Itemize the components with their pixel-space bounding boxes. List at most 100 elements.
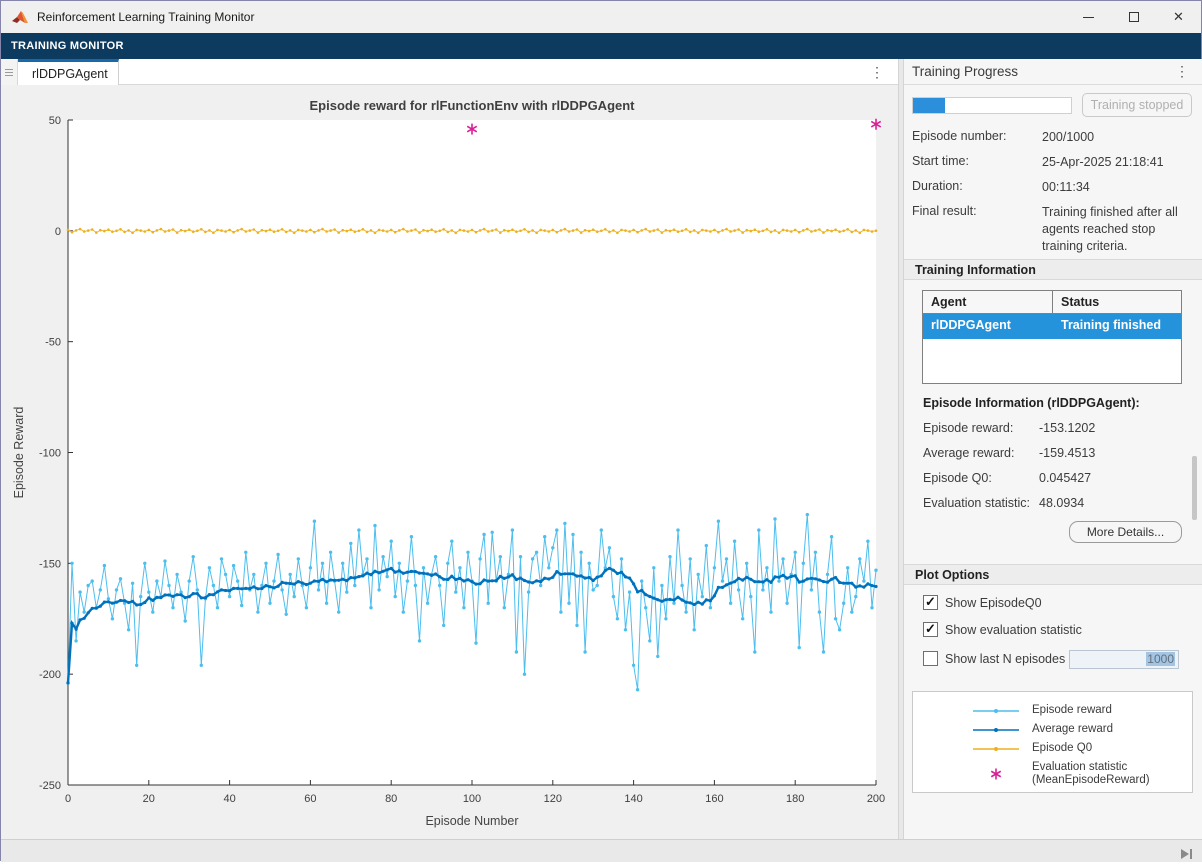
average-reward-label: Average reward: bbox=[923, 446, 1039, 460]
chart-legend: Episode reward Average reward Episode Q0 Ev… bbox=[912, 691, 1193, 793]
show-evaluation-statistic-checkbox[interactable] bbox=[923, 622, 938, 637]
line-marker-icon bbox=[973, 744, 1023, 754]
window-title: Reinforcement Learning Training Monitor bbox=[37, 10, 254, 24]
svg-text:200: 200 bbox=[867, 793, 885, 805]
episode-q0-value: 0.045427 bbox=[1039, 471, 1091, 485]
more-details-label: More Details... bbox=[1087, 525, 1164, 539]
status-bar bbox=[1, 839, 1202, 862]
status-column-header: Status bbox=[1053, 291, 1181, 313]
legend-label: Episode Q0 bbox=[1032, 742, 1092, 755]
svg-text:120: 120 bbox=[544, 793, 562, 805]
plot-option-row[interactable]: Show evaluation statistic bbox=[923, 622, 1082, 637]
show-episodeq0-label: Show EpisodeQ0 bbox=[945, 596, 1042, 610]
episode-q0-label: Episode Q0: bbox=[923, 471, 1039, 485]
progress-fill bbox=[913, 98, 945, 113]
svg-text:0: 0 bbox=[55, 226, 61, 238]
evaluation-statistic-label: Evaluation statistic: bbox=[923, 496, 1039, 510]
legend-entry: Episode Q0 bbox=[913, 739, 1192, 758]
svg-text:-100: -100 bbox=[39, 448, 61, 460]
tab-strip-menu-icon[interactable]: ⋮ bbox=[870, 65, 884, 79]
final-result-row: Final result: Training finished after al… bbox=[912, 204, 1196, 255]
svg-text:40: 40 bbox=[223, 793, 235, 805]
line-marker-icon bbox=[973, 725, 1023, 735]
svg-text:100: 100 bbox=[463, 793, 481, 805]
svg-text:-250: -250 bbox=[39, 780, 61, 792]
svg-text:140: 140 bbox=[624, 793, 642, 805]
line-marker-icon bbox=[973, 706, 1023, 716]
training-stopped-label: Training stopped bbox=[1091, 98, 1184, 112]
episode-number-value: 200/1000 bbox=[1042, 129, 1194, 146]
episode-q0-row: Episode Q0: 0.045427 bbox=[923, 471, 1193, 485]
svg-text:-200: -200 bbox=[39, 669, 61, 681]
chart-area: 500-50-100-150-200-250020406080100120140… bbox=[1, 85, 898, 839]
n-episodes-input[interactable]: 1000 bbox=[1069, 650, 1179, 669]
average-reward-value: -159.4513 bbox=[1039, 446, 1095, 460]
svg-text:-150: -150 bbox=[39, 558, 61, 570]
close-button[interactable]: ✕ bbox=[1156, 1, 1201, 33]
panel-header: Training Progress ⋮ bbox=[904, 59, 1202, 85]
duration-label: Duration: bbox=[912, 179, 1042, 196]
training-progress-bar bbox=[912, 97, 1072, 114]
title-bar: Reinforcement Learning Training Monitor … bbox=[1, 1, 1201, 33]
svg-text:Episode reward for rlFunctionE: Episode reward for rlFunctionEnv with rl… bbox=[309, 98, 635, 113]
legend-entry: Evaluation statistic(MeanEpisodeReward) bbox=[913, 758, 1192, 790]
matlab-logo-icon bbox=[11, 10, 29, 24]
evaluation-statistic-row: Evaluation statistic: 48.0934 bbox=[923, 496, 1193, 510]
svg-text:20: 20 bbox=[143, 793, 155, 805]
svg-text:60: 60 bbox=[304, 793, 316, 805]
legend-label: Episode reward bbox=[1032, 704, 1112, 717]
episode-reward-value: -153.1202 bbox=[1039, 421, 1095, 435]
svg-text:-50: -50 bbox=[45, 337, 61, 349]
tab-rlddpgagent[interactable]: rlDDPGAgent bbox=[18, 59, 119, 85]
episode-number-row: Episode number: 200/1000 bbox=[912, 129, 1196, 146]
minimize-button[interactable] bbox=[1066, 1, 1111, 33]
table-header-row: Agent Status bbox=[923, 291, 1181, 314]
svg-text:180: 180 bbox=[786, 793, 804, 805]
status-cell: Training finished bbox=[1053, 314, 1181, 339]
table-row[interactable]: rlDDPGAgent Training finished bbox=[923, 314, 1181, 339]
svg-text:Episode Number: Episode Number bbox=[425, 814, 518, 828]
show-last-n-episodes-label: Show last N episodes bbox=[945, 652, 1065, 666]
plot-options-header: Plot Options bbox=[904, 564, 1202, 585]
plot-option-row[interactable]: Show EpisodeQ0 bbox=[923, 595, 1042, 610]
training-stopped-button[interactable]: Training stopped bbox=[1082, 93, 1192, 117]
n-episodes-value: 1000 bbox=[1146, 652, 1175, 666]
duration-row: Duration: 00:11:34 bbox=[912, 179, 1196, 196]
legend-label: Average reward bbox=[1032, 723, 1113, 736]
asterisk-marker-icon bbox=[973, 766, 1023, 782]
document-tab-strip: rlDDPGAgent ⋮ bbox=[1, 59, 898, 85]
svg-text:80: 80 bbox=[385, 793, 397, 805]
more-details-button[interactable]: More Details... bbox=[1069, 521, 1182, 543]
panel-title: Training Progress bbox=[912, 64, 1018, 79]
episode-reward-row: Episode reward: -153.1202 bbox=[923, 421, 1193, 435]
agent-status-table: Agent Status rlDDPGAgent Training finish… bbox=[922, 290, 1182, 384]
legend-entry: Episode reward bbox=[913, 701, 1192, 720]
episode-reward-label: Episode reward: bbox=[923, 421, 1039, 435]
svg-text:Episode Reward: Episode Reward bbox=[12, 407, 26, 499]
panel-scrollbar-thumb[interactable] bbox=[1192, 456, 1197, 520]
legend-label: Evaluation statistic(MeanEpisodeReward) bbox=[1032, 761, 1150, 787]
tab-grip-handle[interactable] bbox=[1, 59, 18, 85]
skip-to-end-icon[interactable] bbox=[1181, 846, 1193, 864]
show-episodeq0-checkbox[interactable] bbox=[923, 595, 938, 610]
toolstrip: TRAINING MONITOR bbox=[1, 33, 1201, 59]
agent-cell: rlDDPGAgent bbox=[923, 314, 1053, 339]
tab-label: rlDDPGAgent bbox=[32, 67, 108, 81]
final-result-label: Final result: bbox=[912, 204, 1042, 255]
app-window: Reinforcement Learning Training Monitor … bbox=[0, 0, 1202, 861]
duration-value: 00:11:34 bbox=[1042, 179, 1194, 196]
average-reward-row: Average reward: -159.4513 bbox=[923, 446, 1193, 460]
episode-information-title: Episode Information (rlDDPGAgent): bbox=[923, 396, 1140, 410]
svg-text:50: 50 bbox=[49, 115, 61, 127]
maximize-button[interactable] bbox=[1111, 1, 1156, 33]
legend-entry: Average reward bbox=[913, 720, 1192, 739]
grip-lines-icon bbox=[5, 67, 13, 78]
show-evaluation-statistic-label: Show evaluation statistic bbox=[945, 623, 1082, 637]
plot-option-row[interactable]: Show last N episodes bbox=[923, 651, 1065, 666]
panel-menu-icon[interactable]: ⋮ bbox=[1175, 64, 1189, 78]
legend-entries: Episode reward Average reward Episode Q0 Ev… bbox=[913, 701, 1192, 790]
evaluation-statistic-value: 48.0934 bbox=[1039, 496, 1084, 510]
training-plot: 500-50-100-150-200-250020406080100120140… bbox=[1, 85, 898, 839]
tab-training-monitor[interactable]: TRAINING MONITOR bbox=[11, 40, 124, 52]
show-last-n-episodes-checkbox[interactable] bbox=[923, 651, 938, 666]
